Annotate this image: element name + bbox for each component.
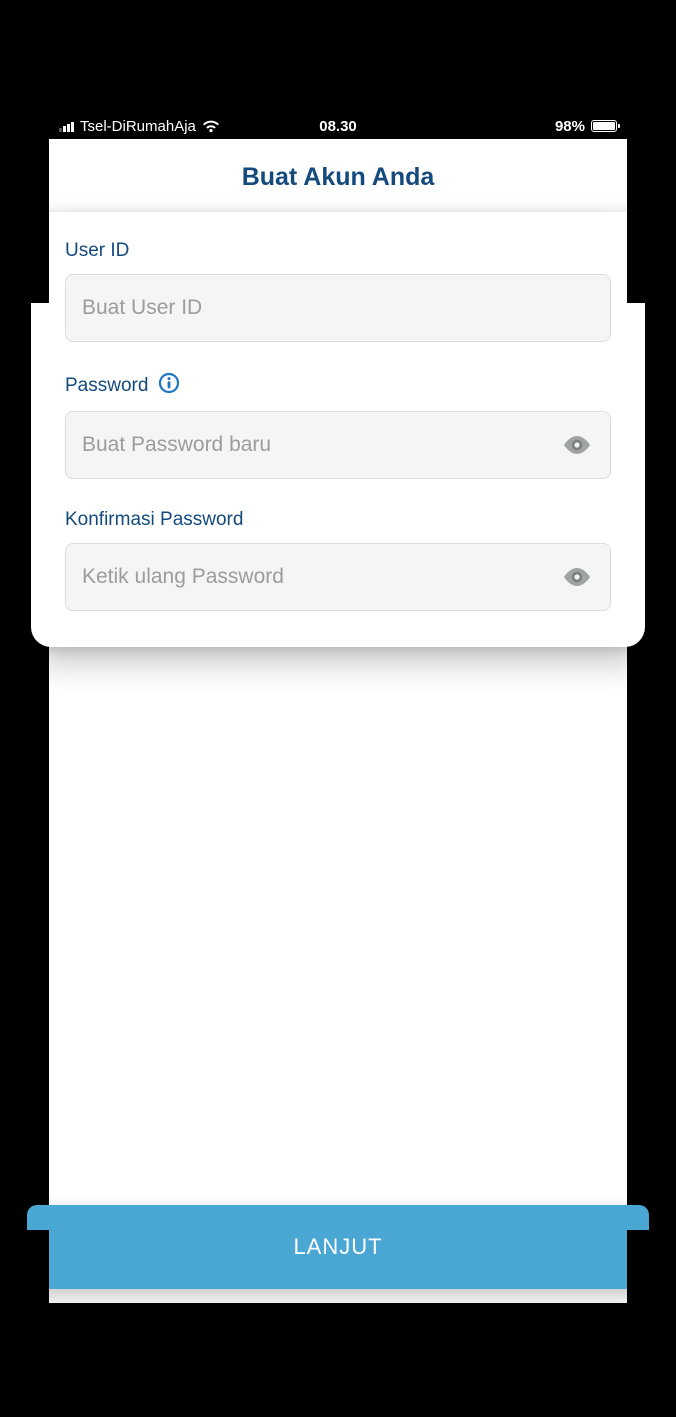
toggle-password-visibility-icon[interactable] xyxy=(560,428,594,462)
user-id-input[interactable] xyxy=(82,296,594,320)
decorative-bar xyxy=(627,690,676,810)
info-icon[interactable] xyxy=(158,372,180,399)
signal-icon xyxy=(59,120,74,132)
user-id-field: User ID xyxy=(65,240,611,342)
continue-button[interactable]: LANJUT xyxy=(27,1205,649,1289)
password-field: Password xyxy=(65,372,611,479)
password-label: Password xyxy=(65,375,148,397)
page-title: Buat Akun Anda xyxy=(49,163,627,192)
battery-icon xyxy=(591,120,617,132)
confirm-password-field: Konfirmasi Password xyxy=(65,509,611,611)
decorative-bar xyxy=(627,183,676,303)
clock-label: 08.30 xyxy=(319,118,357,135)
battery-percent-label: 98% xyxy=(555,118,585,135)
status-bar: Tsel-DiRumahAja 08.30 98% xyxy=(49,113,627,139)
confirm-password-label: Konfirmasi Password xyxy=(65,509,243,531)
phone-frame: Tsel-DiRumahAja 08.30 98% Buat Akun Anda xyxy=(49,113,627,1303)
user-id-label: User ID xyxy=(65,240,129,262)
page-header: Buat Akun Anda xyxy=(49,139,627,212)
wifi-icon xyxy=(202,120,220,133)
confirm-password-input[interactable] xyxy=(82,565,560,589)
carrier-label: Tsel-DiRumahAja xyxy=(80,118,196,135)
decorative-bar xyxy=(0,690,49,810)
decorative-bar xyxy=(0,1230,49,1350)
decorative-bar xyxy=(0,183,49,303)
password-input[interactable] xyxy=(82,433,560,457)
account-form-card: User ID Password xyxy=(31,212,645,647)
toggle-confirm-password-visibility-icon[interactable] xyxy=(560,560,594,594)
decorative-bar xyxy=(627,1230,676,1350)
